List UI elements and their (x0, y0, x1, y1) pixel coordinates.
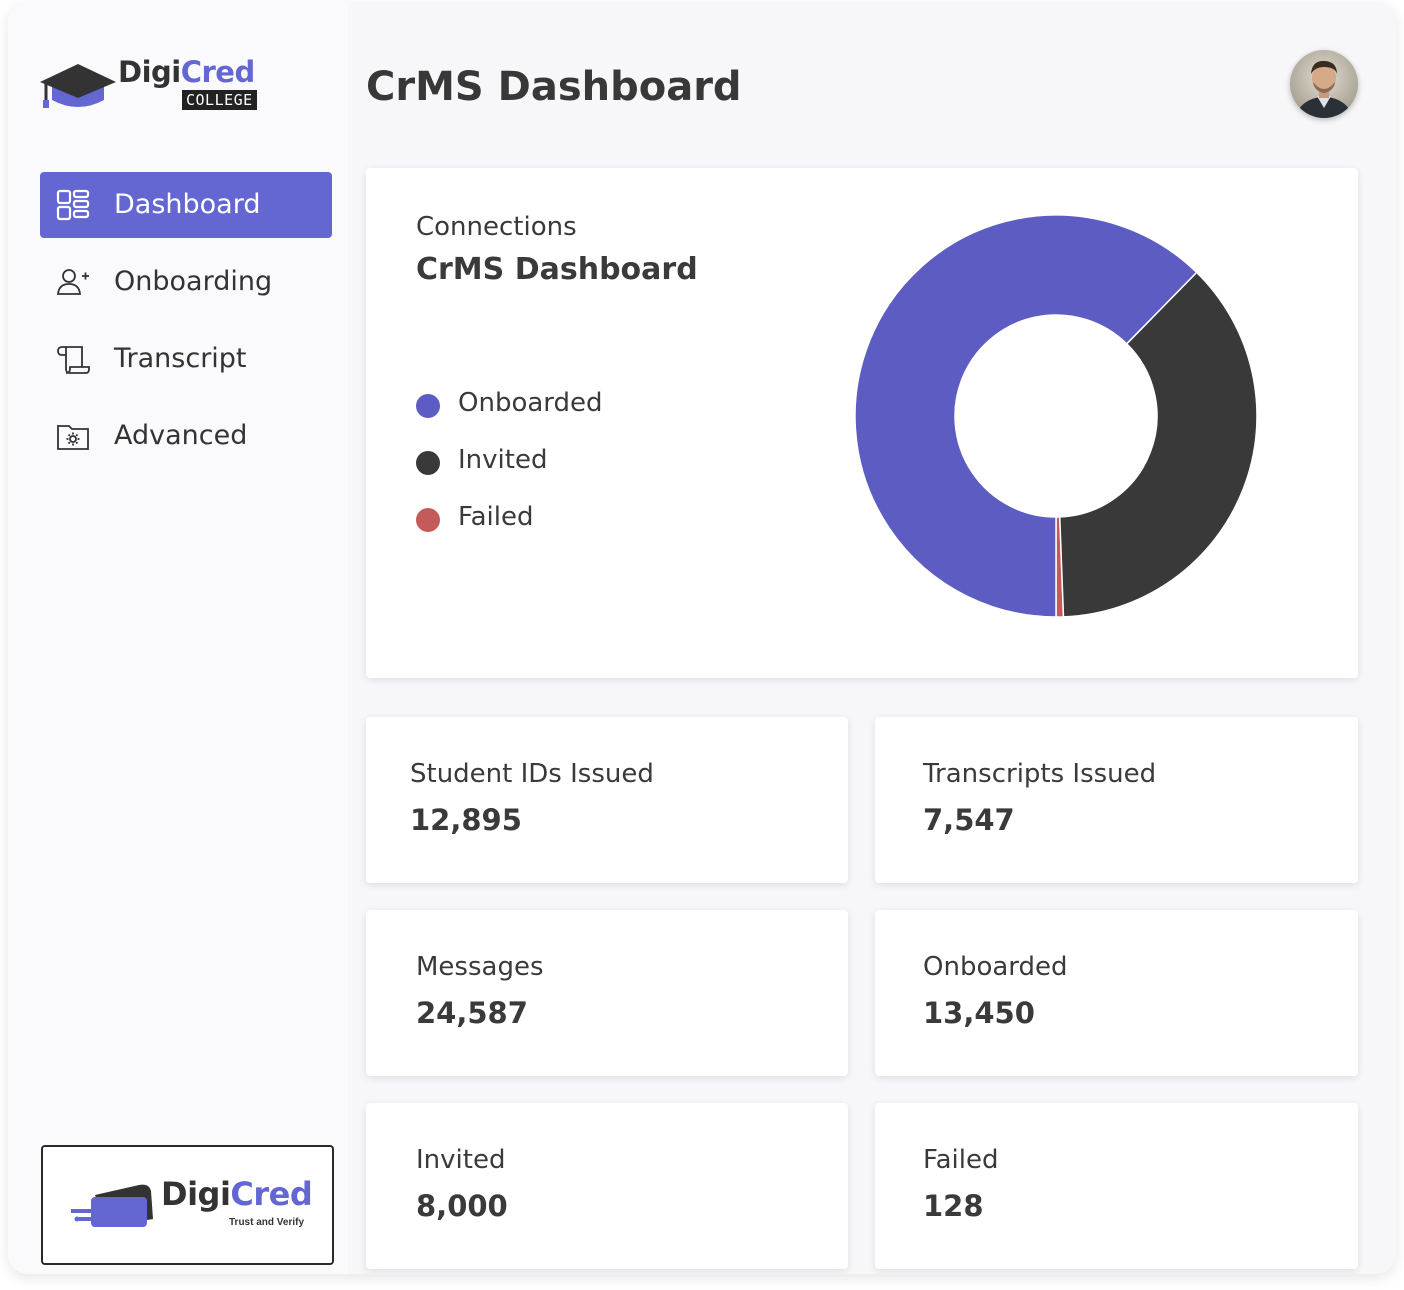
stat-value: 24,587 (416, 996, 528, 1030)
logo-subtitle: COLLEGE (182, 90, 257, 110)
donut-slice-invited[interactable] (1058, 271, 1258, 618)
legend-label: Invited (458, 445, 548, 475)
avatar[interactable] (1290, 50, 1358, 118)
sidebar-item-label: Transcript (114, 343, 247, 374)
sidebar-nav: Dashboard Onboarding Transcript Advanced (40, 172, 332, 480)
app-frame: DigiCred COLLEGE CrMS Dashboard Dashboar… (8, 2, 1396, 1274)
sidebar-item-dashboard[interactable]: Dashboard (40, 172, 332, 238)
connections-title: CrMS Dashboard (416, 252, 698, 287)
sidebar-item-label: Dashboard (114, 189, 261, 220)
page-title: CrMS Dashboard (366, 64, 742, 110)
legend-dot-onboarded (416, 394, 440, 418)
stat-card-failed: Failed 128 (875, 1103, 1358, 1269)
stat-value: 128 (923, 1189, 984, 1223)
stat-card-student-ids: Student IDs Issued 12,895 (366, 717, 848, 883)
brand-tagline: Trust and Verify (229, 1217, 305, 1228)
sidebar-item-label: Advanced (114, 420, 248, 451)
stat-label: Invited (416, 1145, 506, 1175)
folder-gear-icon (56, 420, 90, 452)
stat-label: Transcripts Issued (923, 759, 1157, 789)
connections-card: Connections CrMS Dashboard Onboarded Inv… (366, 168, 1358, 678)
college-logo[interactable]: DigiCred COLLEGE (38, 54, 268, 116)
user-plus-icon (56, 266, 90, 298)
connections-subtitle: Connections (416, 212, 577, 242)
sidebar-item-onboarding[interactable]: Onboarding (40, 249, 332, 315)
legend-dot-failed (416, 508, 440, 532)
stat-card-invited: Invited 8,000 (366, 1103, 848, 1269)
sidebar-item-label: Onboarding (114, 266, 273, 297)
graduation-cap-icon (40, 64, 116, 108)
legend-dot-invited (416, 451, 440, 475)
legend-label: Failed (458, 502, 534, 532)
digicred-brand-logo: DigiCred Trust and Verify (41, 1145, 334, 1265)
sidebar-item-advanced[interactable]: Advanced (40, 403, 332, 469)
stat-value: 7,547 (923, 803, 1015, 837)
card-logo-icon (71, 1184, 153, 1227)
legend-label: Onboarded (458, 388, 603, 418)
stat-label: Failed (923, 1145, 999, 1175)
dashboard-grid-icon (56, 189, 90, 221)
stat-label: Messages (416, 952, 544, 982)
stat-card-onboarded: Onboarded 13,450 (875, 910, 1358, 1076)
connections-donut-chart (854, 214, 1258, 618)
sidebar-item-transcript[interactable]: Transcript (40, 326, 332, 392)
stat-label: Onboarded (923, 952, 1068, 982)
brand-wordmark: DigiCred (161, 1175, 313, 1213)
stat-value: 8,000 (416, 1189, 508, 1223)
stat-value: 12,895 (410, 803, 522, 837)
stat-card-transcripts: Transcripts Issued 7,547 (875, 717, 1358, 883)
user-avatar-icon (1290, 50, 1358, 118)
stat-label: Student IDs Issued (410, 759, 654, 789)
stat-card-messages: Messages 24,587 (366, 910, 848, 1076)
logo-wordmark: DigiCred (118, 55, 255, 89)
scroll-icon (56, 343, 90, 375)
stat-value: 13,450 (923, 996, 1035, 1030)
